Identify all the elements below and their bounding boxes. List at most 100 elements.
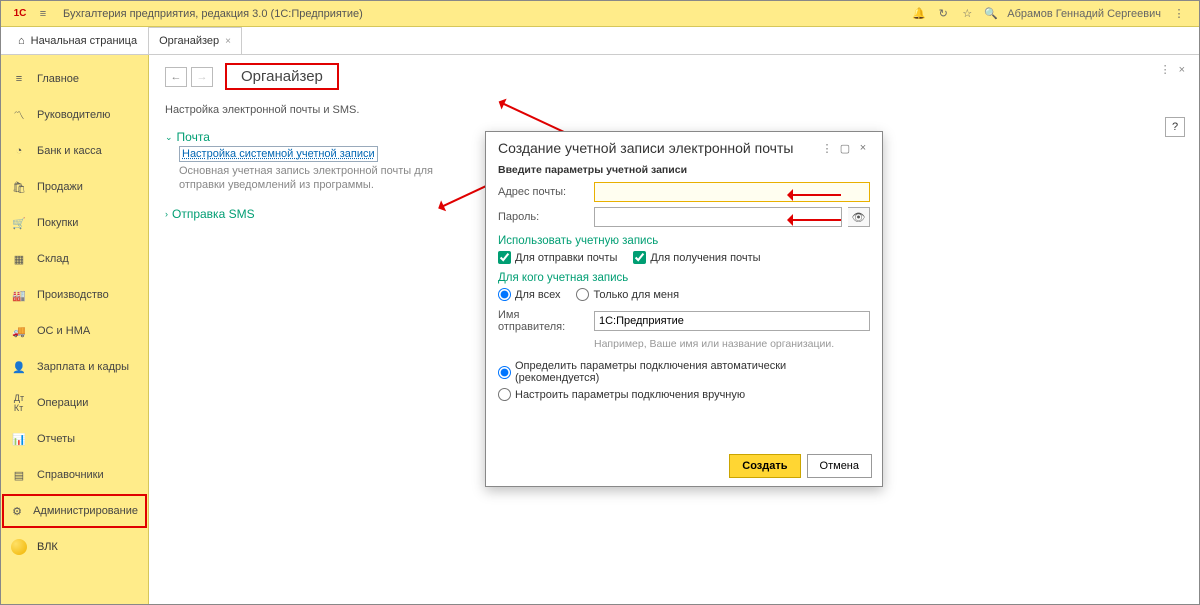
password-label: Пароль: [498, 211, 588, 223]
menu-icon: ≡ [11, 73, 27, 85]
sidebar-item-label: ВЛК [37, 541, 58, 553]
email-input[interactable] [594, 182, 870, 202]
person-icon: 👤 [11, 361, 27, 374]
checkbox-receive[interactable]: Для получения почты [633, 251, 760, 264]
page-title-highlight: Органайзер [225, 63, 339, 90]
sidebar-item-operations[interactable]: ДтКт Операции [1, 385, 148, 421]
sidebar-item-reports[interactable]: 📊 Отчеты [1, 421, 148, 457]
radio-manual[interactable]: Настроить параметры подключения вручную [498, 388, 745, 401]
tab-home-label: Начальная страница [31, 35, 137, 47]
app-logo: 1C [9, 7, 31, 21]
sidebar-item-admin[interactable]: ⚙Администрирование [1, 493, 148, 529]
sidebar-item-refs[interactable]: ▤ Справочники [1, 457, 148, 493]
tab-organizer-label: Органайзер [159, 35, 219, 47]
doc-icon: ДтКт [11, 393, 27, 413]
sidebar-item-label: Справочники [37, 469, 104, 481]
sidebar-item-label: Производство [37, 289, 109, 301]
link-system-account[interactable]: Настройка системной учетной записи [179, 146, 378, 162]
vlk-icon [11, 539, 27, 555]
sidebar-item-leader[interactable]: 〽 Руководителю [1, 97, 148, 133]
forward-button[interactable]: → [191, 67, 213, 87]
chart-icon: 〽 [11, 107, 27, 123]
checkbox-send[interactable]: Для отправки почты [498, 251, 617, 264]
hamburger-icon[interactable]: ≡ [33, 4, 53, 24]
page-subtitle: Настройка электронной почты и SMS. [165, 104, 1183, 116]
box-icon: ▦ [11, 253, 27, 266]
create-button[interactable]: Создать [729, 454, 800, 478]
sidebar-item-label: Операции [37, 397, 88, 409]
sender-hint: Например, Ваше имя или название организа… [594, 338, 870, 350]
radio-me[interactable]: Только для меня [576, 288, 679, 301]
page-close-icon[interactable]: × [1179, 64, 1185, 76]
use-account-title: Использовать учетную запись [498, 235, 870, 247]
modal-create-email-account: Создание учетной записи электронной почт… [485, 131, 883, 487]
sidebar-item-label: Склад [37, 253, 69, 265]
sidebar-item-label: ОС и НМА [37, 325, 90, 337]
tab-home[interactable]: ⌂ Начальная страница [7, 27, 148, 54]
radio-all-label: Для всех [515, 289, 560, 301]
radio-auto[interactable]: Определить параметры подключения автомат… [498, 360, 870, 384]
help-button[interactable]: ? [1165, 117, 1185, 137]
user-name[interactable]: Абрамов Геннадий Сергеевич [1007, 8, 1161, 20]
home-icon: ⌂ [18, 35, 25, 47]
sender-label: Имя отправителя: [498, 309, 588, 333]
sidebar-item-production[interactable]: 🏭 Производство [1, 277, 148, 313]
bell-icon[interactable]: 🔔 [909, 4, 929, 24]
kebab-icon[interactable]: ⋮ [1169, 4, 1189, 24]
history-icon[interactable]: ↻ [933, 4, 953, 24]
sidebar-item-purchases[interactable]: 🛒 Покупки [1, 205, 148, 241]
sender-input[interactable] [594, 311, 870, 331]
email-label: Адрес почты: [498, 186, 588, 198]
page-title: Органайзер [241, 68, 323, 85]
sidebar-item-vlk[interactable]: ВЛК [1, 529, 148, 565]
radio-manual-label: Настроить параметры подключения вручную [515, 389, 745, 401]
page-kebab-icon[interactable]: ⋮ [1160, 63, 1171, 76]
sidebar-item-label: Руководителю [37, 109, 110, 121]
sidebar-item-warehouse[interactable]: ▦ Склад [1, 241, 148, 277]
checkbox-receive-label: Для получения почты [650, 252, 760, 264]
radio-all[interactable]: Для всех [498, 288, 560, 301]
modal-maximize-icon[interactable]: ▢ [836, 140, 854, 156]
tag-icon: 🛍 [11, 181, 27, 194]
password-input[interactable] [594, 207, 842, 227]
sidebar: ≡ Главное 〽 Руководителю ◔ Банк и касса 🛍 Пр… [1, 55, 149, 604]
modal-kebab-icon[interactable]: ⋮ [818, 140, 836, 156]
password-visibility-icon[interactable]: 👁 [848, 207, 870, 227]
sidebar-item-main[interactable]: ≡ Главное [1, 61, 148, 97]
section-mail-label: Почта [177, 130, 210, 144]
app-title: Бухгалтерия предприятия, редакция 3.0 (1… [63, 8, 363, 20]
star-icon[interactable]: ☆ [957, 4, 977, 24]
factory-icon: 🏭 [11, 289, 27, 302]
cart-icon: 🛒 [11, 217, 27, 230]
for-whom-title: Для кого учетная запись [498, 272, 870, 284]
checkbox-send-label: Для отправки почты [515, 252, 617, 264]
modal-close-icon[interactable]: × [854, 140, 872, 156]
sidebar-item-label: Продажи [37, 181, 83, 193]
tab-organizer[interactable]: Органайзер × [148, 27, 242, 54]
sidebar-item-os[interactable]: 🚚 ОС и НМА [1, 313, 148, 349]
back-button[interactable]: ← [165, 67, 187, 87]
bar-icon: 📊 [11, 433, 27, 446]
sidebar-item-salary[interactable]: 👤 Зарплата и кадры [1, 349, 148, 385]
sidebar-item-label: Главное [37, 73, 79, 85]
modal-title: Создание учетной записи электронной почт… [498, 140, 818, 156]
tab-close-icon[interactable]: × [225, 36, 231, 47]
chevron-down-icon: ⌄ [165, 132, 173, 143]
cancel-button[interactable]: Отмена [807, 454, 872, 478]
sidebar-item-label: Банк и касса [37, 145, 102, 157]
hint-text: Основная учетная запись электронной почт… [179, 164, 479, 193]
bank-icon: ◔ [11, 145, 27, 157]
truck-icon: 🚚 [11, 325, 27, 338]
sidebar-item-sales[interactable]: 🛍 Продажи [1, 169, 148, 205]
sidebar-item-label: Администрирование [33, 505, 138, 517]
search-icon[interactable]: 🔍 [981, 4, 1001, 24]
radio-me-label: Только для меня [593, 289, 679, 301]
sidebar-item-bank[interactable]: ◔ Банк и касса [1, 133, 148, 169]
sidebar-item-label: Зарплата и кадры [37, 361, 129, 373]
sidebar-item-label: Отчеты [37, 433, 75, 445]
book-icon: ▤ [11, 469, 27, 482]
radio-auto-label: Определить параметры подключения автомат… [515, 360, 870, 384]
section-sms-label: Отправка SMS [172, 207, 255, 221]
chevron-right-icon: › [165, 209, 168, 219]
sidebar-item-label: Покупки [37, 217, 78, 229]
